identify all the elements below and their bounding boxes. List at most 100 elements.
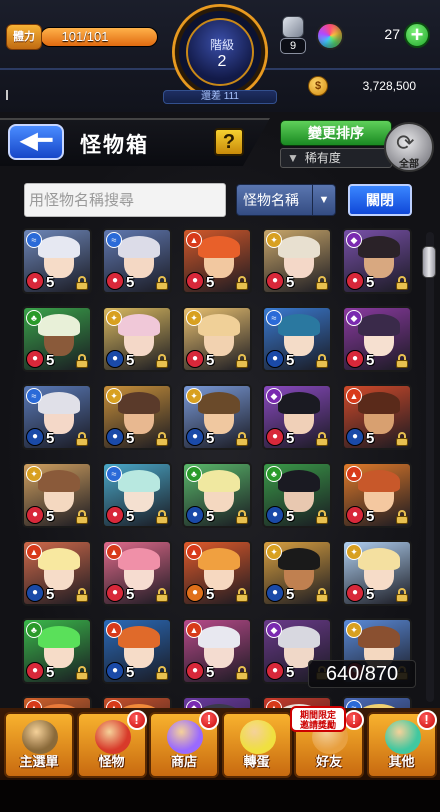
monster-card[interactable]: ◆●5 [342, 306, 412, 372]
water-element-icon: ≈ [26, 388, 42, 404]
monster-level: 5 [366, 352, 375, 369]
monster-card[interactable]: ◆●5 [182, 696, 252, 708]
lock-icon [156, 588, 168, 602]
monster-card[interactable]: ◆●5 [342, 228, 412, 294]
monster-card[interactable]: ≈●5 [342, 696, 412, 708]
monster-level: 5 [206, 430, 215, 447]
alert-badge-icon: ! [416, 710, 437, 730]
monster-level: 5 [126, 508, 135, 525]
light-element-icon: ✦ [266, 544, 282, 560]
nav-main-menu-button[interactable]: 主選單 [4, 712, 74, 778]
sort-current-label: 稀有度 [304, 151, 341, 165]
monster-level: 5 [46, 508, 55, 525]
fruit-icon: ● [106, 662, 124, 680]
fire-element-icon: ▲ [106, 622, 122, 638]
orb-count: 27 [384, 26, 400, 42]
monster-card[interactable]: ✦ ●5 [262, 228, 332, 294]
close-search-button[interactable]: 關閉 [348, 184, 412, 216]
sort-button[interactable]: 變更排序 [280, 120, 392, 146]
rank-badge[interactable]: 階級 2 [172, 4, 268, 100]
promo-label: 期間限定 邀請獎勵 [299, 710, 336, 730]
scrollbar-thumb[interactable] [422, 246, 436, 278]
lock-icon [76, 354, 88, 368]
item-icon [282, 16, 304, 38]
monster-level: 5 [126, 274, 135, 291]
fruit-icon: ● [26, 662, 44, 680]
monster-card[interactable]: ≈●5 [22, 384, 92, 450]
water-element-icon: ≈ [26, 232, 42, 248]
monster-search-input[interactable] [24, 183, 226, 217]
fire-element-icon: ▲ [186, 622, 202, 638]
monster-card[interactable]: ≈●5 [102, 228, 172, 294]
water-element-icon: ≈ [106, 466, 122, 482]
monster-hair [278, 470, 320, 492]
monster-card[interactable]: ♣ ● 5 [182, 462, 252, 528]
stamina-value: 101/101 [61, 29, 109, 44]
monster-level: 5 [126, 586, 135, 603]
monster-card[interactable]: ♣ ● 5 [22, 306, 92, 372]
monster-card[interactable]: ▲●5 [182, 540, 252, 606]
monster-card[interactable]: ▲●5 [102, 540, 172, 606]
monster-card[interactable]: ✦ ●5 [102, 384, 172, 450]
lock-icon [76, 666, 88, 680]
sort-current[interactable]: ▼ 稀有度 [280, 148, 392, 168]
fruit-icon: ● [346, 272, 364, 290]
monster-card[interactable]: ✦ ●5 [22, 462, 92, 528]
monster-card[interactable]: ≈●5 [262, 306, 332, 372]
item-bag-icon[interactable]: 9 [278, 16, 308, 56]
back-button[interactable]: ◀━ [8, 124, 64, 160]
fruit-icon: ● [26, 428, 44, 446]
monster-hair [358, 626, 400, 648]
fire-element-icon: ▲ [186, 544, 202, 560]
monster-card[interactable]: ▲●5 [342, 462, 412, 528]
all-filter-button[interactable]: ⟳ 全部 [384, 122, 434, 172]
monster-card[interactable]: ▲●5 [182, 228, 252, 294]
light-element-icon: ✦ [106, 388, 122, 404]
monster-level: 5 [286, 430, 295, 447]
alert-badge-icon: ! [126, 710, 147, 730]
monster-card[interactable]: ✦ ●5 [262, 540, 332, 606]
nav-gacha-button[interactable]: 轉蛋 [221, 712, 292, 778]
lock-icon [396, 354, 408, 368]
wood-element-icon: ♣ [186, 466, 202, 482]
fruit-icon: ● [26, 350, 44, 368]
buy-orbs-button[interactable]: + [404, 22, 430, 48]
page-title: 怪物箱 [80, 134, 149, 157]
lock-icon [396, 432, 408, 446]
monster-card[interactable]: ≈●5 [102, 462, 172, 528]
shop-icon [167, 720, 203, 754]
lock-icon [316, 588, 328, 602]
lock-icon [316, 354, 328, 368]
monster-card[interactable]: ▲●5 [182, 618, 252, 684]
monster-card[interactable]: ✦ ●5 [102, 306, 172, 372]
monster-card[interactable]: ▲●5 [22, 696, 92, 708]
help-button[interactable]: ? [214, 128, 244, 156]
fruit-icon: ● [266, 662, 284, 680]
light-element-icon: ✦ [186, 310, 202, 326]
monster-card[interactable]: ✦ ●5 [342, 540, 412, 606]
monster-card[interactable]: ◆●5 [262, 384, 332, 450]
scrollbar-track[interactable] [426, 232, 434, 702]
monster-card[interactable]: ▲●5 [102, 696, 172, 708]
monster-card[interactable]: ♣ ● 5 [262, 462, 332, 528]
lock-icon [396, 510, 408, 524]
monster-hair [118, 626, 160, 648]
nav-shop-button[interactable]: 商店! [149, 710, 219, 778]
monster-card[interactable]: ✦ ●5 [182, 306, 252, 372]
monster-hair [38, 236, 80, 258]
light-element-icon: ✦ [346, 544, 362, 560]
fruit-icon: ● [346, 428, 364, 446]
promo-tag[interactable]: 期間限定 邀請獎勵 [290, 706, 346, 732]
dark-element-icon: ◆ [266, 388, 282, 404]
nav-other-button[interactable]: 其他! [366, 710, 437, 778]
nav-monster-button[interactable]: 怪物! [76, 710, 147, 778]
monster-hair [278, 392, 320, 414]
monster-card[interactable]: ✦ ●5 [182, 384, 252, 450]
monster-card[interactable]: ▲●5 [102, 618, 172, 684]
chevron-down-icon[interactable]: ▼ [312, 185, 335, 215]
monster-card[interactable]: ▲●5 [342, 384, 412, 450]
monster-card[interactable]: ▲●5 [22, 540, 92, 606]
monster-card[interactable]: ♣ ● 5 [22, 618, 92, 684]
monster-hair [198, 626, 240, 648]
monster-card[interactable]: ≈●5 [22, 228, 92, 294]
